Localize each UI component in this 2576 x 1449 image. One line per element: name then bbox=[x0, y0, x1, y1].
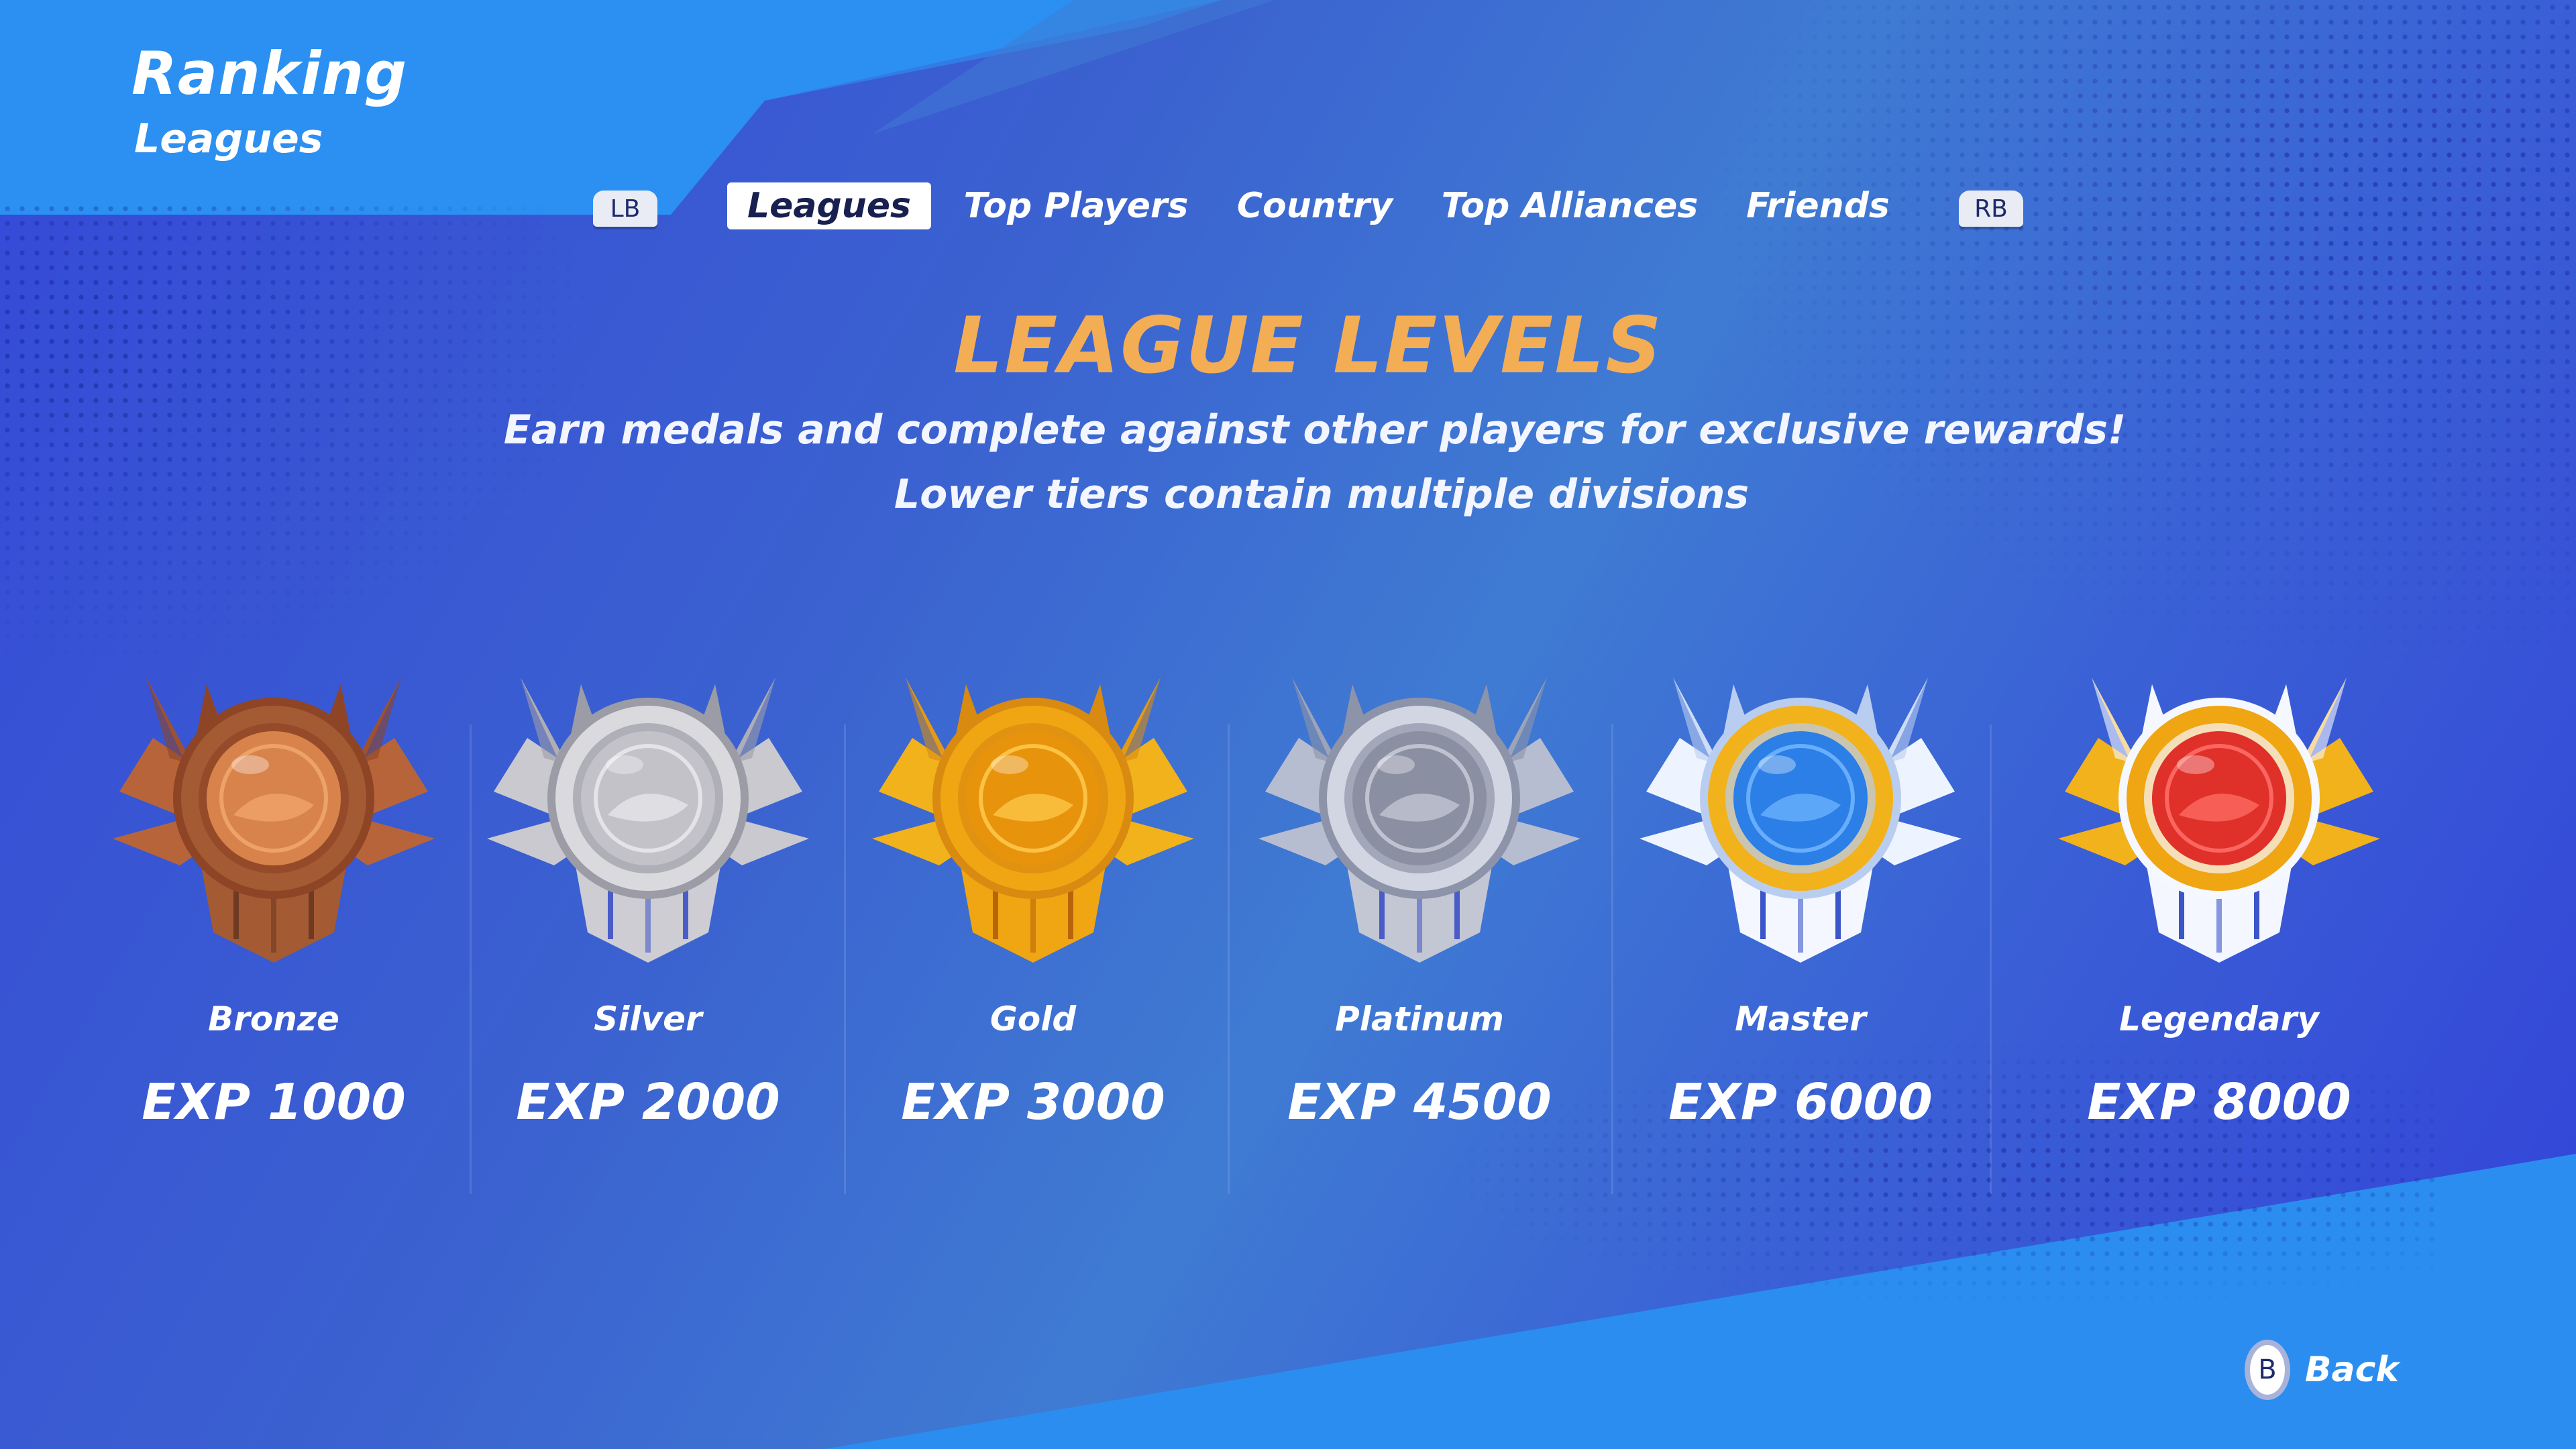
description-line-2: Lower tiers contain multiple divisions bbox=[894, 471, 1750, 518]
league-card-gold[interactable]: Gold EXP 3000 bbox=[845, 664, 1221, 1174]
league-exp-requirement: EXP 4500 bbox=[1287, 1073, 1552, 1131]
tab-top-players[interactable]: Top Players bbox=[963, 182, 1189, 229]
league-exp-requirement: EXP 1000 bbox=[142, 1073, 406, 1131]
league-exp-requirement: EXP 8000 bbox=[2087, 1073, 2351, 1131]
league-name: Platinum bbox=[1335, 1000, 1504, 1038]
column-divider bbox=[1228, 724, 1230, 1194]
league-card-bronze[interactable]: Bronze EXP 1000 bbox=[86, 664, 462, 1174]
bronze-medal-icon bbox=[113, 678, 435, 963]
league-card-platinum[interactable]: Platinum EXP 4500 bbox=[1232, 664, 1607, 1174]
tab-country[interactable]: Country bbox=[1232, 182, 1398, 229]
silver-medal-icon bbox=[487, 678, 809, 963]
right-bumper-button[interactable]: RB bbox=[1959, 191, 2023, 227]
section-heading: LEAGUE LEVELS bbox=[953, 301, 1663, 391]
league-exp-requirement: EXP 3000 bbox=[901, 1073, 1165, 1131]
league-name: Gold bbox=[989, 1000, 1077, 1038]
tab-top-alliances[interactable]: Top Alliances bbox=[1442, 182, 1699, 229]
page-subtitle: Leagues bbox=[134, 115, 323, 162]
legendary-medal-icon bbox=[2058, 678, 2380, 963]
league-name: Bronze bbox=[208, 1000, 339, 1038]
b-button-icon: B bbox=[2245, 1340, 2290, 1400]
back-button[interactable]: B Back bbox=[2245, 1336, 2399, 1403]
league-card-silver[interactable]: Silver EXP 2000 bbox=[460, 664, 836, 1174]
platinum-medal-icon bbox=[1258, 678, 1580, 963]
gold-medal-icon bbox=[872, 678, 1194, 963]
column-divider bbox=[1990, 724, 1992, 1194]
league-exp-requirement: EXP 6000 bbox=[1668, 1073, 1933, 1131]
tab-friends[interactable]: Friends bbox=[1744, 182, 1892, 229]
back-label: Back bbox=[2304, 1350, 2399, 1390]
league-exp-requirement: EXP 2000 bbox=[516, 1073, 780, 1131]
tab-bar: LB Leagues Top Players Country Top Allia… bbox=[0, 178, 2576, 239]
tab-leagues[interactable]: Leagues bbox=[727, 182, 931, 229]
left-bumper-button[interactable]: LB bbox=[593, 191, 657, 227]
league-card-master[interactable]: Master EXP 6000 bbox=[1613, 664, 1988, 1174]
league-name: Master bbox=[1735, 1000, 1866, 1038]
master-medal-icon bbox=[1640, 678, 1962, 963]
league-card-legendary[interactable]: Legendary EXP 8000 bbox=[2031, 664, 2407, 1174]
league-name: Legendary bbox=[2119, 1000, 2319, 1038]
league-name: Silver bbox=[594, 1000, 702, 1038]
page-title: Ranking bbox=[131, 39, 408, 108]
description-line-1: Earn medals and complete against other p… bbox=[503, 407, 2127, 453]
